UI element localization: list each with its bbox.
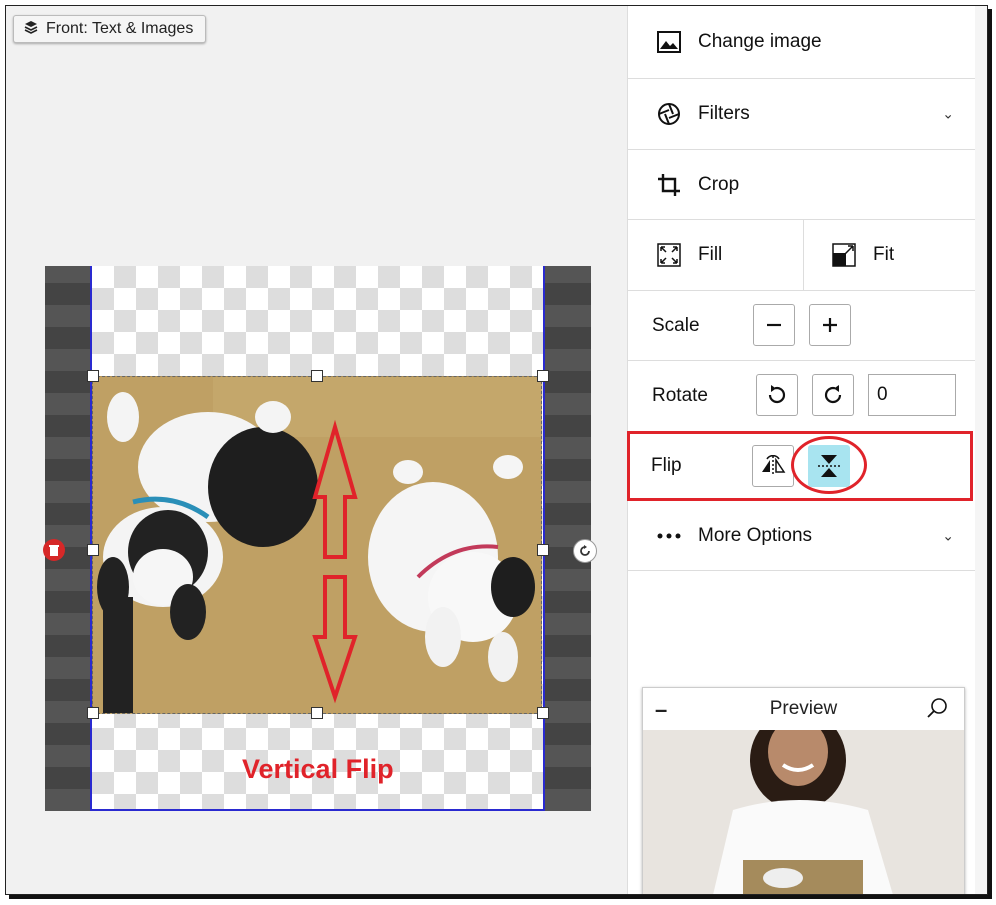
- rotate-label: Rotate: [652, 385, 708, 406]
- aperture-icon: [656, 101, 682, 127]
- fill-button[interactable]: Fill: [628, 220, 804, 290]
- rotate-row: Rotate 0: [628, 361, 976, 431]
- delete-icon[interactable]: [43, 539, 65, 561]
- resize-handle-right[interactable]: [537, 544, 549, 556]
- side-tab-label: Front: Text & Images: [46, 20, 194, 37]
- fit-button[interactable]: Fit: [803, 220, 976, 290]
- rotate-angle-value: 0: [877, 384, 888, 405]
- highlight-circle: [791, 436, 867, 494]
- chevron-down-icon: ⌄: [942, 105, 954, 122]
- zoom-icon[interactable]: [926, 697, 948, 725]
- resize-handle-bottom-right[interactable]: [537, 707, 549, 719]
- preview-header: – Preview: [643, 688, 964, 730]
- more-options-label: More Options: [698, 524, 813, 546]
- dog-photo[interactable]: [92, 376, 542, 714]
- rotate-right-button[interactable]: [812, 374, 854, 416]
- scrollbar[interactable]: [975, 6, 987, 894]
- flip-horizontal-button[interactable]: [752, 445, 794, 487]
- resize-handle-top[interactable]: [311, 370, 323, 382]
- fit-icon: [831, 242, 857, 268]
- filters-row[interactable]: Filters ⌄: [628, 79, 976, 150]
- rotate-left-button[interactable]: [756, 374, 798, 416]
- change-image-row[interactable]: Change image: [628, 6, 976, 79]
- scale-decrease-button[interactable]: [753, 304, 795, 346]
- scale-increase-button[interactable]: [809, 304, 851, 346]
- resize-handle-top-right[interactable]: [537, 370, 549, 382]
- resize-handle-left[interactable]: [87, 544, 99, 556]
- flip-row: Flip: [627, 431, 973, 501]
- fill-fit-row: Fill Fit: [628, 220, 976, 291]
- preview-panel: – Preview: [642, 687, 965, 894]
- rotate-handle-icon[interactable]: [573, 539, 597, 563]
- more-options-row[interactable]: More Options ⌄: [628, 501, 976, 571]
- fit-label: Fit: [873, 244, 895, 265]
- change-image-label: Change image: [698, 31, 822, 52]
- image-tools-panel: Change image Filters ⌄ Crop Fill Fit Sca…: [627, 6, 976, 894]
- crop-icon: [656, 172, 682, 198]
- crop-label: Crop: [698, 173, 740, 195]
- chevron-down-icon: ⌄: [942, 527, 954, 543]
- print-area: [43, 266, 597, 811]
- design-canvas: Front: Text & Images Vertical Flip: [6, 6, 627, 894]
- image-icon: [656, 29, 682, 55]
- resize-handle-top-left[interactable]: [87, 370, 99, 382]
- app-window: Front: Text & Images Vertical Flip Chang…: [5, 5, 988, 895]
- vertical-flip-annotation: Vertical Flip: [242, 754, 394, 784]
- preview-title: Preview: [769, 698, 838, 719]
- resize-handle-bottom-left[interactable]: [87, 707, 99, 719]
- expand-icon: [656, 242, 682, 268]
- more-dots-icon: [656, 523, 682, 549]
- resize-handle-bottom[interactable]: [311, 707, 323, 719]
- flip-label: Flip: [651, 455, 682, 476]
- collapse-icon[interactable]: –: [655, 697, 667, 723]
- layers-icon: [24, 20, 38, 39]
- rotate-angle-input[interactable]: 0: [868, 374, 956, 416]
- side-tab[interactable]: Front: Text & Images: [13, 15, 207, 43]
- filters-label: Filters: [698, 103, 750, 124]
- fill-label: Fill: [698, 244, 723, 265]
- crop-row[interactable]: Crop: [628, 150, 976, 220]
- preview-image: [643, 710, 964, 894]
- scale-row: Scale: [628, 291, 976, 361]
- scale-label: Scale: [652, 314, 700, 336]
